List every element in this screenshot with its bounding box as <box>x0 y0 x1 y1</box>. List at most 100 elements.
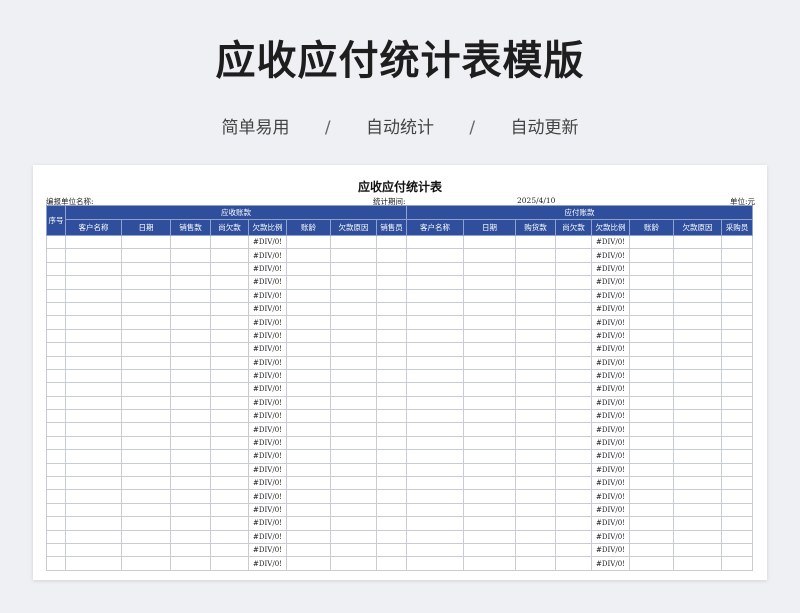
table-cell[interactable] <box>170 435 211 451</box>
table-cell[interactable] <box>65 288 122 303</box>
table-cell[interactable] <box>629 275 674 290</box>
table-cell[interactable] <box>555 449 592 464</box>
table-cell[interactable] <box>673 502 722 518</box>
table-cell[interactable] <box>330 355 377 370</box>
table-cell[interactable] <box>555 355 592 370</box>
table-cell[interactable] <box>330 382 377 397</box>
table-cell[interactable] <box>65 516 122 531</box>
table-cell[interactable] <box>65 529 122 544</box>
table-cell[interactable] <box>463 301 516 317</box>
table-cell[interactable] <box>210 542 249 558</box>
table-cell[interactable] <box>721 422 753 437</box>
table-cell[interactable] <box>555 288 592 303</box>
table-cell[interactable] <box>376 516 407 531</box>
table-cell[interactable] <box>721 529 753 544</box>
table-cell[interactable] <box>376 409 407 424</box>
table-cell[interactable] <box>463 529 516 544</box>
table-cell[interactable] <box>629 502 674 518</box>
debt-ratio-cell[interactable]: #DIV/0! <box>591 328 630 344</box>
table-cell[interactable] <box>463 288 516 303</box>
table-cell[interactable] <box>673 382 722 397</box>
table-cell[interactable] <box>210 328 249 344</box>
table-cell[interactable] <box>629 462 674 478</box>
debt-ratio-cell[interactable]: #DIV/0! <box>591 409 630 424</box>
table-cell[interactable] <box>286 288 331 303</box>
table-cell[interactable] <box>629 449 674 464</box>
table-cell[interactable] <box>463 462 516 478</box>
table-cell[interactable] <box>330 462 377 478</box>
table-cell[interactable] <box>629 342 674 357</box>
table-cell[interactable] <box>629 542 674 558</box>
table-cell[interactable] <box>121 489 171 504</box>
table-cell[interactable] <box>673 328 722 344</box>
debt-ratio-cell[interactable]: #DIV/0! <box>248 435 287 451</box>
table-cell[interactable] <box>721 449 753 464</box>
table-cell[interactable] <box>170 462 211 478</box>
table-cell[interactable] <box>286 556 331 571</box>
table-cell[interactable] <box>65 248 122 263</box>
table-cell[interactable] <box>629 409 674 424</box>
table-cell[interactable] <box>170 234 211 250</box>
table-cell[interactable] <box>210 234 249 250</box>
table-cell[interactable] <box>286 502 331 518</box>
table-cell[interactable] <box>170 288 211 303</box>
table-cell[interactable] <box>65 449 122 464</box>
table-cell[interactable] <box>515 342 556 357</box>
debt-ratio-cell[interactable]: #DIV/0! <box>591 342 630 357</box>
table-cell[interactable] <box>463 489 516 504</box>
table-cell[interactable] <box>463 382 516 397</box>
table-cell[interactable] <box>170 275 211 290</box>
table-cell[interactable] <box>721 342 753 357</box>
table-cell[interactable] <box>376 395 407 411</box>
table-cell[interactable] <box>170 449 211 464</box>
table-cell[interactable] <box>406 355 464 370</box>
table-cell[interactable] <box>555 275 592 290</box>
debt-ratio-cell[interactable]: #DIV/0! <box>591 395 630 411</box>
table-cell[interactable] <box>286 275 331 290</box>
table-cell[interactable] <box>170 301 211 317</box>
table-cell[interactable] <box>406 395 464 411</box>
table-cell[interactable] <box>673 435 722 451</box>
table-cell[interactable] <box>463 355 516 370</box>
table-cell[interactable] <box>210 449 249 464</box>
table-cell[interactable] <box>376 462 407 478</box>
table-cell[interactable] <box>673 556 722 571</box>
debt-ratio-cell[interactable]: #DIV/0! <box>248 288 287 303</box>
table-cell[interactable] <box>721 328 753 344</box>
table-cell[interactable] <box>46 288 66 303</box>
table-cell[interactable] <box>629 556 674 571</box>
table-cell[interactable] <box>629 234 674 250</box>
table-cell[interactable] <box>406 516 464 531</box>
table-cell[interactable] <box>210 261 249 277</box>
table-cell[interactable] <box>170 355 211 370</box>
table-cell[interactable] <box>210 409 249 424</box>
table-cell[interactable] <box>170 328 211 344</box>
table-cell[interactable] <box>463 435 516 451</box>
table-cell[interactable] <box>376 315 407 330</box>
table-cell[interactable] <box>673 261 722 277</box>
table-cell[interactable] <box>406 556 464 571</box>
table-cell[interactable] <box>286 529 331 544</box>
table-cell[interactable] <box>330 422 377 437</box>
table-cell[interactable] <box>463 234 516 250</box>
table-cell[interactable] <box>170 248 211 263</box>
table-cell[interactable] <box>121 462 171 478</box>
table-cell[interactable] <box>376 542 407 558</box>
table-cell[interactable] <box>170 409 211 424</box>
table-cell[interactable] <box>673 462 722 478</box>
table-cell[interactable] <box>121 435 171 451</box>
table-cell[interactable] <box>330 529 377 544</box>
table-cell[interactable] <box>555 422 592 437</box>
table-cell[interactable] <box>406 234 464 250</box>
table-cell[interactable] <box>210 288 249 303</box>
table-cell[interactable] <box>673 422 722 437</box>
table-cell[interactable] <box>210 275 249 290</box>
table-cell[interactable] <box>121 542 171 558</box>
table-cell[interactable] <box>629 315 674 330</box>
table-cell[interactable] <box>46 542 66 558</box>
table-cell[interactable] <box>121 342 171 357</box>
table-cell[interactable] <box>721 261 753 277</box>
table-cell[interactable] <box>406 301 464 317</box>
table-cell[interactable] <box>121 382 171 397</box>
table-cell[interactable] <box>515 382 556 397</box>
